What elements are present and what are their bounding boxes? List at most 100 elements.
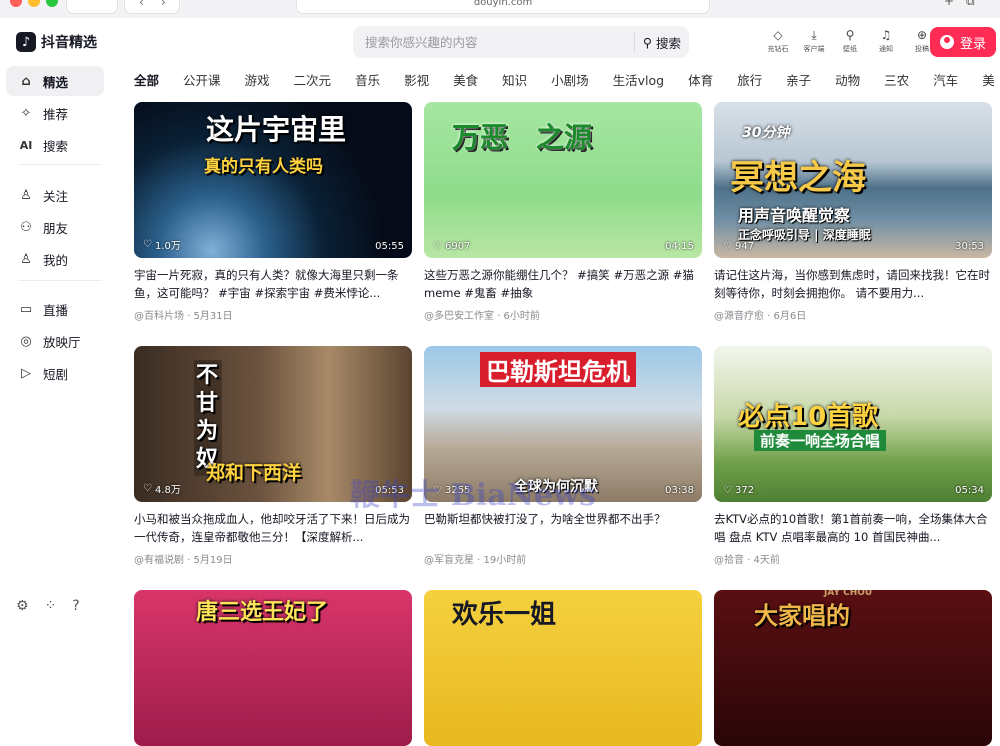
login-button[interactable]: 登录 (930, 27, 996, 57)
header-tool[interactable]: ⚲ 壁纸 (834, 28, 866, 54)
sidebar-item[interactable]: ♙ 我的 (6, 244, 104, 274)
category-tab[interactable]: 小剧场 (551, 70, 589, 94)
category-tab[interactable]: 三农 (884, 70, 909, 94)
video-card[interactable]: 欢乐一姐 (424, 590, 702, 746)
category-tab[interactable]: 生活vlog (613, 70, 664, 94)
search-input[interactable] (365, 26, 615, 58)
like-count: ♡ 1.0万 (143, 237, 181, 252)
logo[interactable]: ♪ 抖音精选 (16, 32, 97, 52)
video-description[interactable]: 巴勒斯坦都快被打没了，为啥全世界都不出手？ (424, 510, 702, 546)
sidebar-item[interactable]: ⚇ 朋友 (6, 212, 104, 242)
video-card[interactable]: 大家唱的 JAY CHOU (714, 590, 992, 746)
new-tab-icon[interactable]: + (944, 0, 954, 8)
category-tab[interactable]: 动物 (835, 70, 860, 94)
category-tab[interactable]: 音乐 (355, 70, 380, 94)
header-tool-label: 壁纸 (843, 45, 857, 53)
browser-sidebar-toggle-button[interactable] (66, 0, 118, 14)
sidebar-item[interactable]: ✧ 推荐 (6, 98, 104, 128)
back-button[interactable]: ‹ (139, 0, 144, 9)
video-author[interactable]: @有福说剧 (134, 555, 184, 566)
video-thumbnail[interactable]: 欢乐一姐 (424, 590, 702, 746)
sidebar-item-label: 我的 (43, 252, 69, 268)
live-tv-icon: ▭ (19, 301, 33, 317)
video-thumbnail[interactable]: 大家唱的 JAY CHOU (714, 590, 992, 746)
thumbnail-subtitle: 真的只有人类吗 (204, 157, 323, 177)
video-description[interactable]: 去KTV必点的10首歌！第1首前奏一响，全场集体大合唱 盘点 KTV 点唱率最高… (714, 510, 992, 546)
sidebar-item[interactable]: ◎ 放映厅 (6, 326, 104, 356)
video-card[interactable]: 万恶 之源 ♡ 6907 04:15 这些万恶之源你能绷住几个？ #搞笑 #万恶之源 #… (424, 102, 702, 322)
short-drama-icon: ▷ (21, 365, 31, 381)
video-author[interactable]: @多巴安工作室 (424, 311, 494, 322)
sidebar-item-label: 精选 (43, 74, 69, 90)
tab-overview-icon[interactable]: ⧉ (966, 0, 975, 9)
sidebar-item[interactable]: ♙ 关注 (6, 180, 104, 210)
category-tab[interactable]: 汽车 (933, 70, 958, 94)
meta-separator: · (184, 311, 194, 322)
video-description[interactable]: 宇宙一片死寂，真的只有人类？就像大海里只剩一条鱼，这可能吗？ #宇宙 #探索宇宙… (134, 266, 412, 302)
sidebar-item[interactable]: ▭ 直播 (6, 294, 104, 324)
video-thumbnail[interactable]: 冥想之海 用声音唤醒觉察 30分钟 正念呼吸引导 | 深度睡眠 ♡ 947 30:53 (714, 102, 992, 258)
heart-icon: ♡ (433, 485, 442, 496)
video-meta: @多巴安工作室 · 6小时前 (424, 307, 702, 322)
like-count-value: 6907 (444, 241, 471, 252)
meta-separator: · (494, 311, 504, 322)
meta-separator: · (184, 555, 194, 566)
video-card[interactable]: 必点10首歌 前奏一响全场合唱 ♡ 372 05:34 去KTV必点的10首歌！第1首前奏… (714, 346, 992, 566)
apps-icon[interactable]: ⁘ (45, 598, 57, 614)
like-count-value: 947 (734, 241, 755, 252)
video-thumbnail[interactable]: 这片宇宙里 真的只有人类吗 ♡ 1.0万 05:55 (134, 102, 412, 258)
video-duration: 05:34 (955, 485, 984, 496)
sidebar-item-label: 朋友 (43, 220, 69, 236)
category-tab[interactable]: 体育 (688, 70, 713, 94)
header-tool[interactable]: ♫ 通知 (870, 28, 902, 54)
forward-button[interactable]: › (161, 0, 166, 9)
video-description[interactable]: 这些万恶之源你能绷住几个？ #搞笑 #万恶之源 #猫meme #鬼畜 #抽象 (424, 266, 702, 302)
video-author[interactable]: @拾音 (714, 555, 744, 566)
thumbnail-subtitle: 郑和下西洋 (206, 462, 302, 484)
category-tab[interactable]: 亲子 (786, 70, 811, 94)
search-button[interactable]: ⚲ 搜索 (633, 32, 681, 52)
sidebar-item[interactable]: ⌂ 精选 (6, 66, 104, 96)
category-tab[interactable]: 美 (982, 70, 995, 94)
video-card[interactable]: 这片宇宙里 真的只有人类吗 ♡ 1.0万 05:55 宇宙一片死寂，真的只有人类？就像大海… (134, 102, 412, 322)
address-bar[interactable]: douyin.com (296, 0, 710, 14)
sidebar-item[interactable]: AI 搜索 (6, 130, 104, 160)
video-author[interactable]: @源音疗愈 (714, 311, 764, 322)
video-author[interactable]: @军盲克星 (424, 555, 474, 566)
video-card[interactable]: 不甘为奴 郑和下西洋 ♡ 4.8万 05:53 小马和被当众拖成血人，他却咬牙活了下来！日… (134, 346, 412, 566)
video-thumbnail[interactable]: 不甘为奴 郑和下西洋 ♡ 4.8万 05:53 (134, 346, 412, 502)
video-thumbnail[interactable]: 必点10首歌 前奏一响全场合唱 ♡ 372 05:34 (714, 346, 992, 502)
help-icon[interactable]: ? (72, 598, 79, 614)
category-tab[interactable]: 知识 (502, 70, 527, 94)
like-count: ♡ 3255 (433, 485, 470, 496)
browser-chrome: ‹ › douyin.com + ⧉ (0, 0, 1000, 18)
close-window-button[interactable] (10, 0, 22, 7)
header-tool-label: 投稿 (915, 45, 929, 53)
video-description[interactable]: 请记住这片海，当你感到焦虑时，请回来找我！它在时刻等待你，时刻会拥抱你。 请不要… (714, 266, 992, 302)
video-author[interactable]: @百科片场 (134, 311, 184, 322)
category-tab[interactable]: 影视 (404, 70, 429, 94)
wallpaper-icon: ⚲ (845, 28, 855, 42)
video-card[interactable]: 冥想之海 用声音唤醒觉察 30分钟 正念呼吸引导 | 深度睡眠 ♡ 947 30:53 请记住… (714, 102, 992, 322)
category-tab[interactable]: 旅行 (737, 70, 762, 94)
video-card[interactable]: 唐三选王妃了 (134, 590, 412, 746)
category-tab[interactable]: 公开课 (183, 70, 221, 94)
category-tab[interactable]: 美食 (453, 70, 478, 94)
settings-icon[interactable]: ⚙ (16, 598, 29, 614)
video-card[interactable]: 巴勒斯坦危机 全球为何沉默 ♡ 3255 03:38 巴勒斯坦都快被打没了，为啥全世界都不… (424, 346, 702, 566)
thumbnail-subtitle: 全球为何沉默 (514, 479, 598, 495)
category-tab[interactable]: 二次元 (294, 70, 332, 94)
video-thumbnail[interactable]: 万恶 之源 ♡ 6907 04:15 (424, 102, 702, 258)
sidebar-item-label: 短剧 (43, 366, 69, 382)
video-thumbnail[interactable]: 巴勒斯坦危机 全球为何沉默 ♡ 3255 03:38 (424, 346, 702, 502)
header-tool[interactable]: ⤓ 客户端 (798, 28, 830, 54)
video-duration: 30:53 (955, 241, 984, 252)
maximize-window-button[interactable] (46, 0, 58, 7)
category-tab[interactable]: 全部 (134, 70, 159, 94)
category-tab[interactable]: 游戏 (245, 70, 270, 94)
sidebar-item[interactable]: ▷ 短剧 (6, 358, 104, 388)
minimize-window-button[interactable] (28, 0, 40, 7)
video-description[interactable]: 小马和被当众拖成血人，他却咬牙活了下来！日后成为一代传奇，连皇帝都敬他三分！【深… (134, 510, 412, 546)
header-tool[interactable]: ◇ 充钻石 (762, 28, 794, 54)
video-thumbnail[interactable]: 唐三选王妃了 (134, 590, 412, 746)
